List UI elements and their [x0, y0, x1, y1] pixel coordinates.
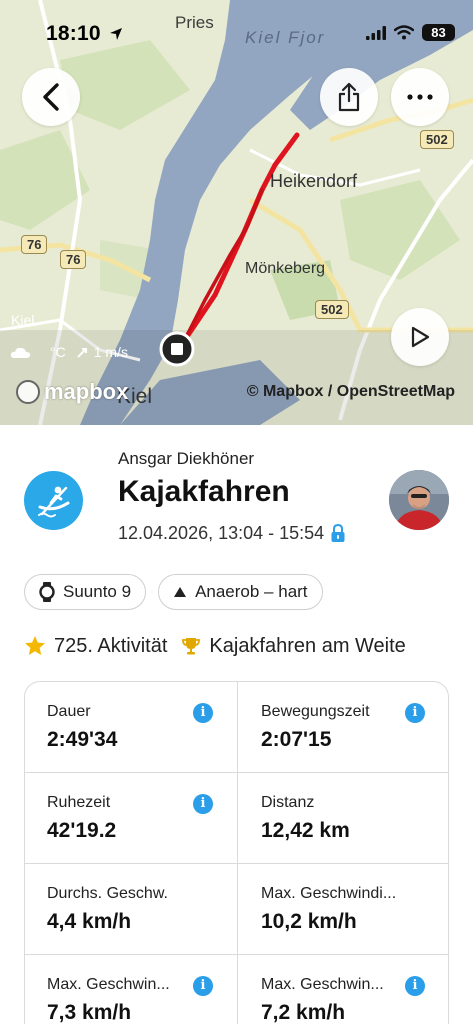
map-label-kiel-fjord: Kiel Fjor — [245, 28, 326, 47]
stat-value: 7,3 km/h — [47, 1001, 132, 1024]
status-bar: 18:10 83 — [0, 0, 473, 54]
training-effect-chip-label: Anaerob – hart — [195, 582, 308, 601]
info-icon[interactable]: i — [405, 703, 425, 723]
stat-distance: Distanz 12,42 km — [237, 773, 448, 864]
status-time: 18:10 — [46, 22, 101, 45]
weather-temperature: °C — [50, 344, 66, 360]
more-options-button[interactable] — [391, 68, 449, 126]
training-effect-chip[interactable]: Anaerob – hart — [158, 574, 323, 610]
map-background — [0, 0, 473, 425]
chevron-left-icon — [43, 83, 59, 111]
route-map[interactable]: 18:10 83 Pries Kiel Fjor Heikendorf Mönk… — [0, 0, 473, 425]
share-icon — [338, 82, 360, 112]
stat-max-speed-2: Max. Geschwin... 7,3 km/h i — [25, 955, 237, 1024]
lock-icon[interactable] — [330, 524, 346, 543]
user-name[interactable]: Ansgar Diekhöner — [118, 449, 254, 469]
map-label-pries: Pries — [175, 13, 214, 32]
activity-date-row: 12.04.2026, 13:04 - 15:54 — [118, 523, 346, 544]
cellular-signal-icon — [366, 25, 386, 40]
stat-value: 2:49'34 — [47, 728, 118, 751]
record-label: Kajakfahren am Weite — [209, 634, 406, 657]
share-button[interactable] — [320, 68, 378, 126]
road-badge-76-b: 76 — [60, 250, 87, 269]
info-icon[interactable]: i — [193, 703, 213, 723]
weather-wind: 1 m/s — [93, 344, 128, 360]
stat-label: Distanz — [261, 794, 315, 811]
stat-max-speed: Max. Geschwindi... 10,2 km/h — [237, 864, 448, 955]
activity-count-label: 725. Aktivität — [54, 634, 168, 657]
stat-value: 2:07'15 — [261, 728, 332, 751]
road-badge-502-bottom: 502 — [315, 300, 349, 319]
mapbox-logo-icon — [16, 380, 40, 404]
triangle-up-icon — [174, 587, 187, 597]
stat-avg-speed: Durchs. Geschw. 4,4 km/h — [25, 864, 237, 955]
stat-max-speed-3: Max. Geschwin... 7,2 km/h i — [237, 955, 448, 1024]
wifi-icon — [394, 25, 414, 40]
stat-value: 7,2 km/h — [261, 1001, 346, 1024]
back-button[interactable] — [22, 68, 80, 126]
status-icons: 83 — [366, 24, 455, 41]
stat-duration: Dauer 2:49'34 i — [25, 682, 237, 773]
stat-value: 4,4 km/h — [47, 910, 132, 933]
watch-icon — [39, 582, 55, 602]
record-achievement[interactable]: Kajakfahren am Weite — [181, 634, 406, 658]
map-label-kiel-small: Kiel — [11, 312, 35, 328]
stats-grid: Dauer 2:49'34 i Bewegungszeit 2:07'15 i … — [24, 681, 449, 1024]
wind-icon — [77, 348, 87, 358]
road-badge-502-top: 502 — [420, 130, 454, 149]
stat-value: 12,42 km — [261, 819, 350, 842]
stat-moving-time: Bewegungszeit 2:07'15 i — [237, 682, 448, 773]
battery-indicator: 83 — [422, 24, 455, 41]
weather-overlay: °C 1 m/s — [10, 344, 128, 360]
location-arrow-icon — [110, 28, 122, 40]
mapbox-logo[interactable]: mapbox — [16, 379, 128, 405]
activity-title: Kajakfahren — [118, 475, 290, 508]
mapbox-logo-text: mapbox — [44, 379, 129, 404]
kayak-icon — [24, 471, 83, 530]
activity-date: 12.04.2026, 13:04 - 15:54 — [118, 523, 325, 543]
cloud-icon — [10, 347, 31, 358]
device-chip[interactable]: Suunto 9 — [24, 574, 147, 610]
activity-header: Ansgar Diekhöner Kajakfahren 12.04.2026,… — [0, 425, 473, 575]
stat-label: Max. Geschwindi... — [261, 885, 397, 902]
info-icon[interactable]: i — [193, 794, 213, 814]
road-badge-76-a: 76 — [21, 235, 48, 254]
achievements-row[interactable]: 725. Aktivität Kajakfahren am Weite — [24, 632, 473, 660]
avatar[interactable] — [389, 470, 449, 530]
map-label-moenkeberg: Mönkeberg — [245, 260, 326, 277]
device-chip-label: Suunto 9 — [63, 582, 132, 601]
stat-rest-time: Ruhezeit 42'19.2 i — [25, 773, 237, 864]
stat-value: 42'19.2 — [47, 819, 117, 842]
activity-count-achievement[interactable]: 725. Aktivität — [24, 635, 167, 658]
stat-label: Durchs. Geschw. — [47, 885, 168, 902]
ellipsis-icon — [407, 94, 433, 100]
map-attribution[interactable]: © Mapbox / OpenStreetMap — [247, 383, 455, 401]
map-label-heikendorf: Heikendorf — [270, 171, 358, 191]
play-replay-button[interactable] — [391, 308, 449, 366]
trophy-icon — [182, 638, 201, 655]
star-icon — [25, 636, 45, 655]
info-icon[interactable]: i — [405, 976, 425, 996]
stat-value: 10,2 km/h — [261, 910, 357, 933]
activity-chips: Suunto 9 Anaerob – hart — [24, 574, 323, 610]
info-icon[interactable]: i — [193, 976, 213, 996]
play-icon — [411, 326, 430, 348]
